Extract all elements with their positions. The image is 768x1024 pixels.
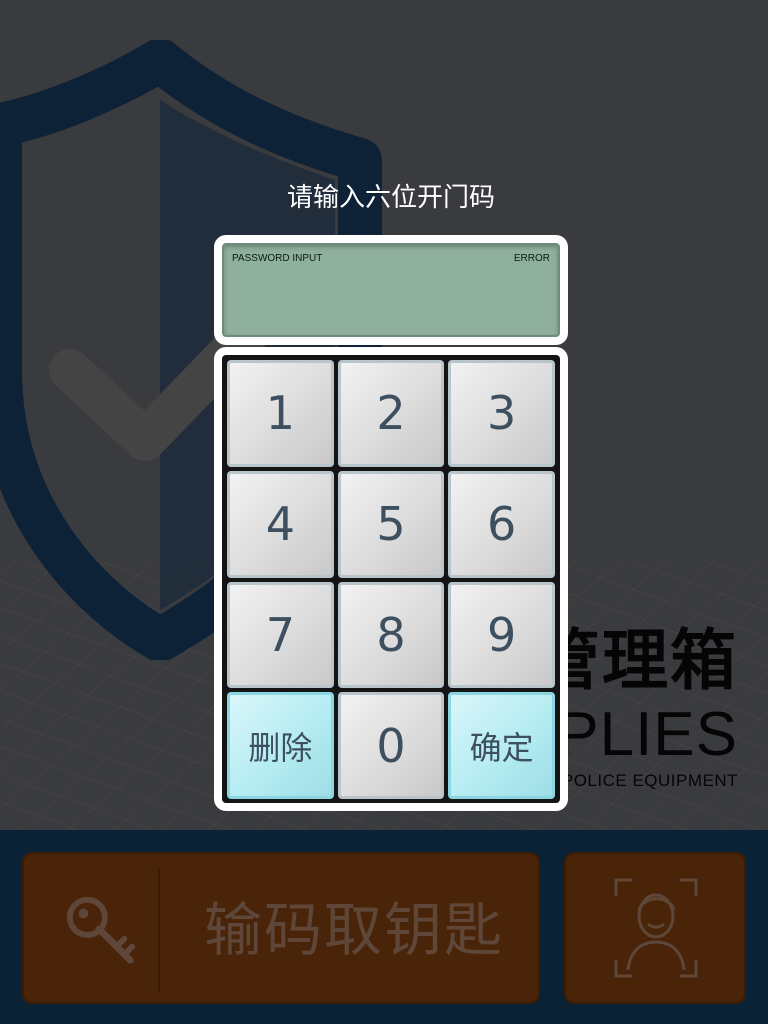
key-8[interactable]: 8 — [337, 581, 445, 689]
delete-button[interactable]: 删除 — [227, 692, 334, 799]
key-7[interactable]: 7 — [227, 581, 334, 689]
display-title: PASSWORD INPUT — [232, 253, 323, 264]
key-5[interactable]: 5 — [337, 470, 445, 578]
confirm-button[interactable]: 确定 — [448, 692, 555, 799]
password-prompt-title: 请输入六位开门码 — [286, 183, 495, 213]
password-display: PASSWORD INPUT ERROR — [222, 243, 560, 337]
numeric-keypad: 1 2 3 4 5 6 7 8 9 删除 0 确定 — [222, 355, 560, 803]
key-6[interactable]: 6 — [448, 470, 555, 578]
key-icon — [66, 896, 136, 964]
face-scan-icon — [614, 878, 698, 978]
key-1[interactable]: 1 — [227, 360, 334, 467]
key-3[interactable]: 3 — [448, 360, 555, 467]
password-display-frame: PASSWORD INPUT ERROR — [214, 235, 568, 345]
key-0[interactable]: 0 — [337, 692, 445, 799]
enter-code-get-key-button[interactable]: 输码取钥匙 — [22, 852, 540, 1004]
display-status: ERROR — [513, 253, 550, 264]
button-divider — [158, 868, 160, 992]
key-4[interactable]: 4 — [227, 470, 334, 578]
key-button-label: 输码取钥匙 — [203, 896, 504, 964]
key-2[interactable]: 2 — [337, 360, 445, 467]
keypad-frame: 1 2 3 4 5 6 7 8 9 删除 0 确定 — [214, 347, 568, 811]
key-9[interactable]: 9 — [448, 581, 555, 689]
face-recognition-button[interactable] — [564, 852, 746, 1004]
